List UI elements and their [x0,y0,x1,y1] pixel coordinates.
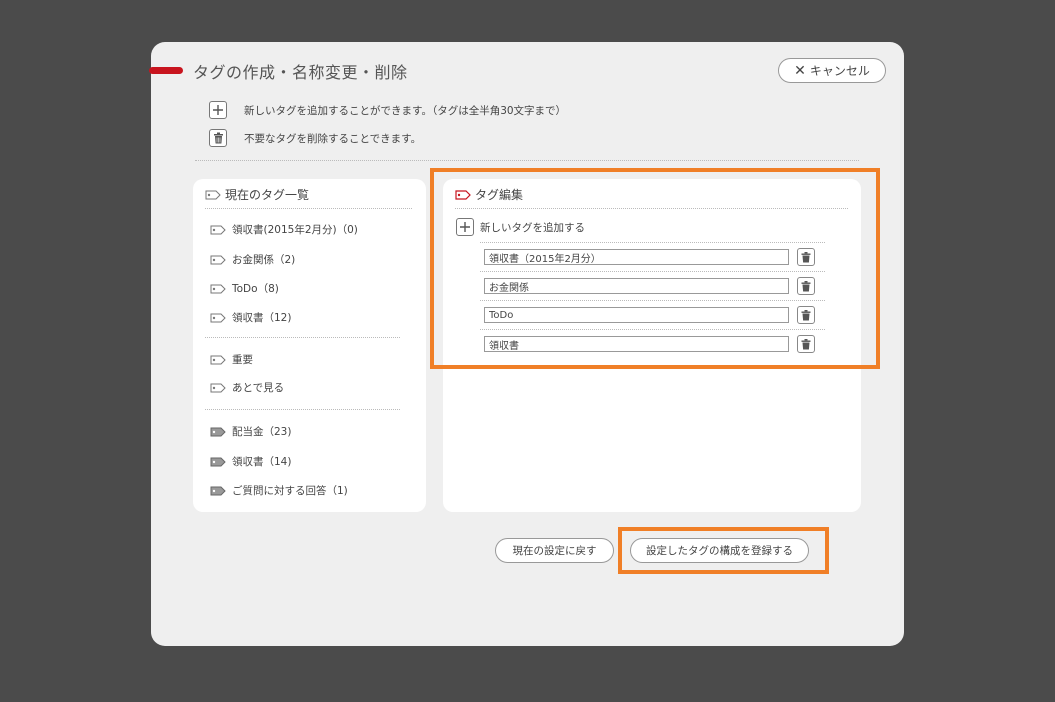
close-icon: ✕ [794,62,806,79]
tag-icon [210,225,226,234]
tag-item-label: あとで見る [232,382,285,394]
tag-item[interactable]: ToDo（8) [210,281,279,296]
tag-icon-filled [210,486,226,495]
dialog-title: タグの作成・名称変更・削除 [193,63,408,82]
heading-rule [205,208,412,209]
title-accent-bar [149,67,183,74]
hint-add-text: 新しいタグを追加することができます。（タグは全半角30文字まで） [244,104,567,117]
tag-icon [210,355,226,364]
tag-item[interactable]: 領収書(2015年2月分)（0) [210,222,358,237]
tag-item-label: 領収書（14) [232,456,292,468]
group-separator [205,337,400,338]
trash-icon [209,129,227,147]
tag-icon-filled [210,427,226,436]
hint-add: 新しいタグを追加することができます。（タグは全半角30文字まで） [209,101,566,119]
divider [195,160,859,161]
current-tags-title: 現在のタグ一覧 [225,188,310,202]
revert-button[interactable]: 現在の設定に戻す [495,538,614,563]
group-separator [205,409,400,410]
tag-item-label: 配当金（23) [232,426,292,438]
current-tags-heading: 現在のタグ一覧 [205,186,309,203]
tag-icon [205,190,221,199]
tag-item[interactable]: 重要 [210,352,253,367]
plus-icon [209,101,227,119]
hint-delete-text: 不要なタグを削除することできます。 [244,132,422,145]
tag-item[interactable]: 領収書（14) [210,454,291,469]
tag-item-label: ご質問に対する回答（1) [232,485,348,497]
tag-icon [210,313,226,322]
tag-item-label: 領収書(2015年2月分)（0) [232,224,358,236]
tag-item-label: お金関係（2) [232,254,296,266]
hint-delete: 不要なタグを削除することできます。 [209,129,421,147]
tag-item-label: ToDo（8) [232,283,279,295]
highlight-box-tag-edit [430,168,880,369]
tag-item[interactable]: あとで見る [210,380,284,395]
tag-item[interactable]: お金関係（2) [210,252,295,267]
tag-item[interactable]: ご質問に対する回答（1) [210,483,348,498]
tag-item[interactable]: 領収書（12) [210,310,291,325]
cancel-label: キャンセル [809,64,870,78]
tag-icon [210,255,226,264]
tag-item[interactable]: 配当金（23) [210,424,291,439]
tag-icon [210,383,226,392]
tag-item-label: 領収書（12) [232,312,292,324]
tag-icon [210,284,226,293]
cancel-button[interactable]: ✕ キャンセル [778,58,886,83]
tag-icon-filled [210,457,226,466]
current-tags-panel: 現在のタグ一覧 領収書(2015年2月分)（0) お金関係（2) ToDo（8)… [193,179,426,512]
highlight-box-register [618,527,829,574]
tag-item-label: 重要 [232,354,253,366]
